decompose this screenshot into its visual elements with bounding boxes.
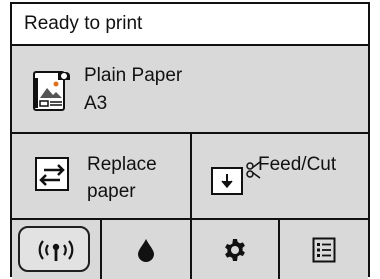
status-bar: Ready to print — [12, 4, 368, 46]
printer-control-panel: Ready to print Plain Paper A3 Replace pa… — [10, 2, 370, 279]
paper-roll-icon — [33, 71, 70, 111]
replace-paper-icon — [35, 157, 69, 191]
feed-cut-icon — [211, 161, 261, 195]
gear-icon — [225, 238, 245, 261]
ink-drop-icon — [138, 238, 154, 262]
wireless-icon — [38, 239, 74, 261]
feed-cut-label: Feed/Cut — [258, 154, 337, 175]
bottom-tab-bar — [12, 220, 368, 279]
paper-size: A3 — [84, 93, 108, 114]
paper-info-button[interactable]: Plain Paper A3 — [12, 46, 368, 134]
paper-type: Plain Paper — [84, 65, 183, 86]
replace-label-line1: Replace — [87, 154, 157, 175]
tab-settings[interactable] — [192, 220, 280, 279]
replace-paper-button[interactable]: Replace paper — [12, 134, 192, 218]
list-icon — [312, 237, 336, 262]
action-row: Replace paper Feed/Cut — [12, 134, 368, 220]
tab-ink[interactable] — [102, 220, 192, 279]
tab-job-list[interactable] — [280, 220, 368, 279]
tab-wireless[interactable] — [12, 220, 102, 279]
feed-cut-button[interactable]: Feed/Cut — [192, 134, 368, 218]
replace-label-line2: paper — [87, 181, 136, 202]
status-text: Ready to print — [24, 13, 143, 34]
